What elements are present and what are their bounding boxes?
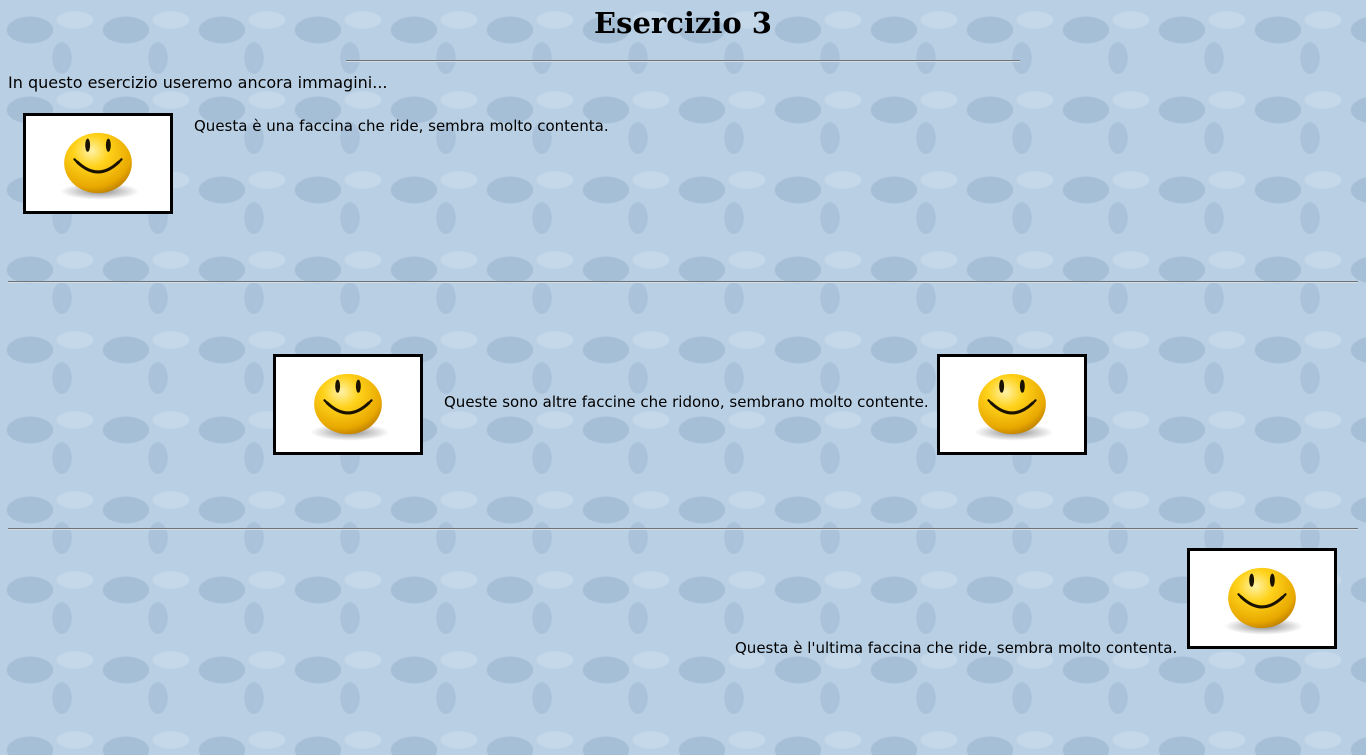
smiley-face-icon — [58, 131, 141, 202]
section-divider-1 — [8, 281, 1358, 283]
smiley-image-3 — [1187, 548, 1337, 649]
smiley-face-icon — [308, 372, 391, 443]
caption-section-1: Questa è una faccina che ride, sembra mo… — [194, 117, 609, 135]
title-divider — [346, 60, 1020, 62]
smiley-image-1 — [23, 113, 173, 214]
page-title: Esercizio 3 — [594, 6, 772, 40]
smiley-image-2-right — [937, 354, 1087, 455]
section-divider-2 — [8, 528, 1358, 530]
intro-text: In questo esercizio useremo ancora immag… — [8, 73, 388, 92]
smiley-image-2-left — [273, 354, 423, 455]
smiley-face-icon — [1222, 566, 1305, 637]
caption-section-3: Questa è l'ultima faccina che ride, semb… — [735, 639, 1178, 657]
smiley-face-icon — [972, 372, 1055, 443]
caption-section-2: Queste sono altre faccine che ridono, se… — [444, 393, 929, 411]
